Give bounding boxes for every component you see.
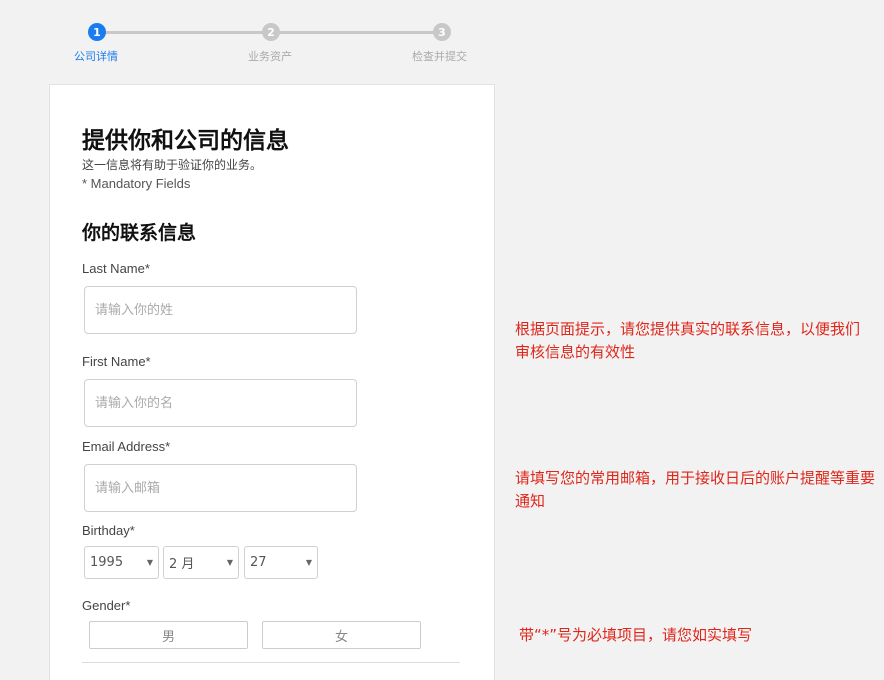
gender-female-button[interactable]: 女: [262, 621, 421, 649]
divider: [82, 662, 460, 663]
gender-male-button[interactable]: 男: [89, 621, 248, 649]
step-2-label: 业务资产: [248, 50, 292, 63]
contact-info-card: 提供你和公司的信息 这一信息将有助于验证你的业务。 * Mandatory Fi…: [49, 84, 495, 680]
last-name-input[interactable]: [84, 286, 357, 334]
step-3-label: 检查并提交: [412, 50, 467, 63]
progress-stepper: 1 2 3 公司详情 业务资产 检查并提交: [0, 0, 560, 70]
step-connector: [279, 31, 434, 34]
first-name-input[interactable]: [84, 379, 357, 427]
step-2-indicator: 2: [262, 23, 280, 41]
caret-down-icon: ▼: [305, 558, 312, 567]
page-title: 提供你和公司的信息: [82, 128, 289, 154]
page-subtitle: 这一信息将有助于验证你的业务。: [82, 158, 263, 172]
email-input[interactable]: [84, 464, 357, 512]
annotation-required-fields: 带“*”号为必填项目，请您如实填写: [519, 626, 753, 644]
step-3-indicator: 3: [433, 23, 451, 41]
section-title: 你的联系信息: [82, 222, 197, 244]
mandatory-fields-note: * Mandatory Fields: [82, 176, 191, 191]
birthday-day-value: 27: [250, 555, 267, 570]
birthday-year-select[interactable]: 1995 ▼: [84, 546, 159, 579]
caret-down-icon: ▼: [226, 558, 233, 567]
step-1-label: 公司详情: [74, 50, 118, 63]
last-name-label: Last Name*: [82, 261, 150, 276]
birthday-label: Birthday*: [82, 523, 135, 538]
caret-down-icon: ▼: [146, 558, 153, 567]
birthday-year-value: 1995: [90, 555, 124, 570]
step-connector: [105, 31, 263, 34]
annotation-email: 请填写您的常用邮箱，用于接收日后的账户提醒等重要通知: [515, 469, 876, 510]
first-name-label: First Name*: [82, 354, 151, 369]
gender-label: Gender*: [82, 598, 131, 613]
birthday-day-select[interactable]: 27 ▼: [244, 546, 318, 579]
birthday-month-value: 2 月: [169, 557, 195, 572]
step-1-indicator: 1: [88, 23, 106, 41]
email-label: Email Address*: [82, 439, 171, 454]
annotation-contact-info: 根据页面提示，请您提供真实的联系信息，以便我们审核信息的有效性: [515, 320, 861, 361]
birthday-month-select[interactable]: 2 月 ▼: [163, 546, 239, 579]
